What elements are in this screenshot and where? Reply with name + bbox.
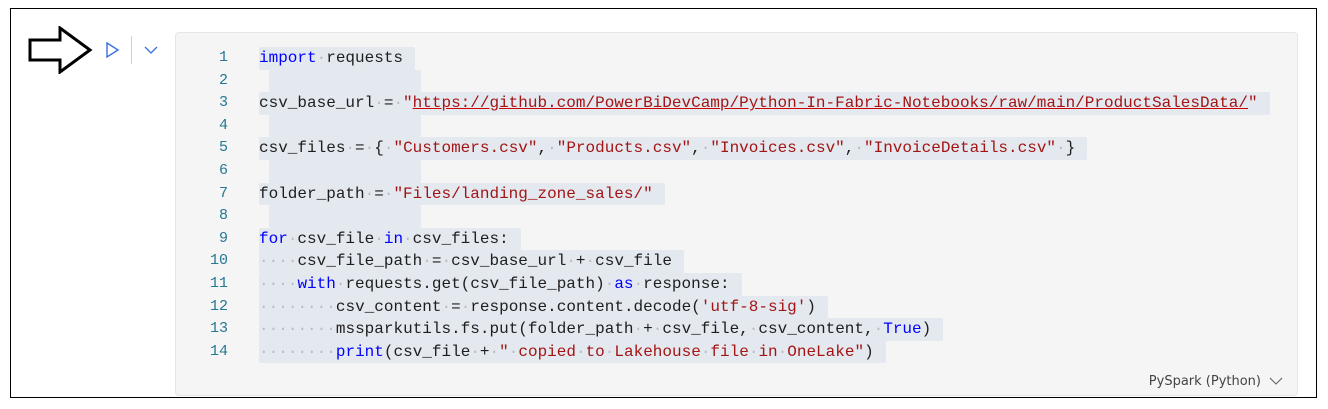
code-text: ·csv_files: (403, 229, 509, 248)
selection-highlight: ····with·requests.get(csv_file_path)·as·… (259, 272, 742, 296)
code-string: 'utf-8-sig' (700, 297, 807, 316)
selection-highlight: csv_files·=·{·"Customers.csv",·"Products… (259, 137, 1088, 160)
code-text: ·response: (633, 274, 730, 293)
code-text: ·} (1056, 139, 1076, 158)
toolbar-divider (131, 36, 132, 64)
code-keyword: in (383, 229, 404, 248)
code-string: "InvoiceDetails.csv" (864, 139, 1057, 158)
code-string: "Products.csv" (556, 139, 692, 158)
selection-highlight: folder_path·=·"Files/landing_zone_sales/… (259, 182, 665, 206)
chevron-down-icon (144, 46, 158, 54)
selection-highlight: for·csv_file·in·csv_files: (259, 227, 521, 251)
selection-highlight: csv_base_url·=·"https://github.com/Power… (259, 92, 1270, 115)
code-text: ·requests (316, 49, 404, 67)
code-text: ·csv_file· (287, 229, 384, 248)
line-number: 2 (218, 71, 228, 89)
line-number: 4 (218, 116, 228, 134)
run-options-button[interactable] (143, 42, 159, 56)
code-string: " (403, 94, 413, 113)
line-number: 8 (218, 207, 228, 225)
chevron-down-icon (1269, 377, 1283, 385)
selection-highlight (269, 205, 421, 228)
line-number: 12 (209, 297, 228, 315)
code-string: " (1248, 94, 1258, 113)
line-number: 11 (209, 274, 228, 292)
language-label: PySpark (Python) (1148, 374, 1261, 389)
code-text: ,· (844, 139, 864, 158)
code-keyword: True (883, 320, 922, 339)
line-number: 13 (209, 320, 228, 338)
code-url: https://github.com/PowerBiDevCamp/Python… (412, 94, 1248, 113)
code-text: ) (806, 297, 816, 316)
code-text: ·requests.get(csv_file_path)· (335, 274, 615, 293)
code-string: "·copied·to·Lakehouse·file·in·OneLake" (499, 342, 865, 361)
code-text: folder_path·=· (259, 184, 394, 203)
code-text: ········mssparkutils.fs.put(folder_path·… (259, 320, 884, 339)
selection-highlight: ········print(csv_file·+·"·copied·to·Lak… (259, 340, 886, 364)
selection-highlight (269, 69, 421, 93)
code-text: ) (864, 342, 874, 361)
selection-highlight: ····csv_file_path·=·csv_base_url·+·csv_f… (259, 250, 684, 273)
pointer-arrow-icon (28, 26, 93, 74)
code-text: ········csv_content·=·response.content.d… (259, 297, 701, 316)
code-string: "Customers.csv" (393, 139, 538, 158)
line-number: 14 (209, 342, 228, 360)
line-number: 3 (218, 94, 228, 112)
code-text: ,· (537, 139, 557, 158)
code-keyword: import (259, 49, 317, 67)
line-number: 7 (218, 184, 228, 202)
code-string: "Invoices.csv" (710, 139, 845, 158)
line-number: 5 (218, 139, 228, 157)
code-text: ····csv_file_path·=·csv_base_url·+·csv_f… (259, 252, 672, 271)
run-cell-button[interactable] (102, 40, 122, 60)
code-text: (csv_file·+· (383, 342, 500, 361)
line-number: 1 (218, 49, 228, 66)
code-keyword: print (335, 342, 384, 361)
play-icon (106, 41, 120, 59)
code-keyword: as (614, 274, 634, 293)
code-text: ) (921, 320, 932, 339)
code-keyword: for (259, 229, 288, 248)
line-number: 6 (218, 161, 228, 179)
code-text: ,· (691, 139, 711, 158)
code-text: ···· (259, 274, 298, 293)
selection-highlight (269, 159, 421, 183)
code-cell[interactable]: 1 import·requests 2 3 csv_base_url·=·"https:… (175, 32, 1298, 396)
selection-highlight: ········mssparkutils.fs.put(folder_path·… (259, 318, 944, 341)
code-keyword: with (297, 274, 336, 293)
line-number: 9 (218, 229, 228, 247)
selection-highlight: ········csv_content·=·response.content.d… (259, 295, 828, 319)
code-string: "Files/landing_zone_sales/" (393, 184, 653, 203)
selection-highlight (269, 114, 421, 138)
code-text: csv_base_url·=· (259, 94, 404, 113)
selection-highlight: import·requests (259, 47, 416, 70)
language-selector[interactable]: PySpark (Python) (1149, 374, 1283, 389)
code-text: ········ (259, 342, 336, 361)
code-text: csv_files·=·{· (259, 139, 394, 158)
line-number: 10 (209, 252, 228, 270)
